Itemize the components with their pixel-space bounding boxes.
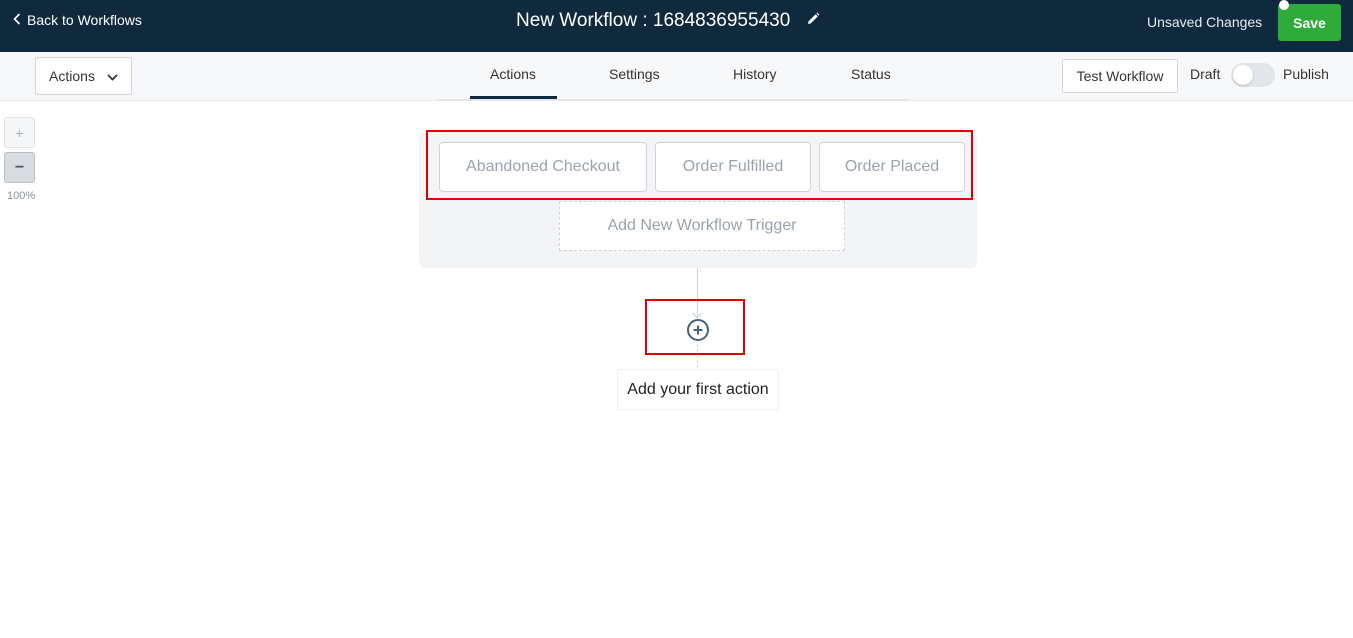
connector-dash bbox=[697, 344, 698, 368]
zoom-in-button[interactable]: + bbox=[4, 117, 35, 148]
workflow-title-text: New Workflow : 1684836955430 bbox=[516, 10, 791, 31]
workflow-tabs: Actions Settings History Status bbox=[437, 52, 909, 100]
actions-dropdown-label: Actions bbox=[49, 68, 95, 84]
chevron-left-icon bbox=[13, 12, 21, 28]
connector-line bbox=[697, 268, 698, 318]
test-workflow-button[interactable]: Test Workflow bbox=[1062, 59, 1178, 93]
publish-toggle[interactable] bbox=[1231, 63, 1275, 87]
back-label: Back to Workflows bbox=[27, 12, 142, 28]
add-first-action-button[interactable]: Add your first action bbox=[617, 369, 779, 410]
trigger-order-fulfilled[interactable]: Order Fulfilled bbox=[655, 142, 811, 192]
toggle-knob bbox=[1233, 65, 1253, 85]
tab-actions[interactable]: Actions bbox=[490, 66, 536, 82]
trigger-abandoned-checkout[interactable]: Abandoned Checkout bbox=[439, 142, 647, 192]
top-header: Back to Workflows New Workflow : 1684836… bbox=[0, 0, 1353, 52]
draft-label: Draft bbox=[1190, 66, 1221, 82]
unsaved-changes-status: Unsaved Changes bbox=[1147, 14, 1263, 30]
trigger-order-placed[interactable]: Order Placed bbox=[819, 142, 965, 192]
notification-dot bbox=[1279, 0, 1289, 10]
plus-circle-icon[interactable] bbox=[686, 318, 710, 342]
back-to-workflows-link[interactable]: Back to Workflows bbox=[13, 12, 142, 28]
zoom-out-button[interactable]: − bbox=[4, 152, 35, 183]
workflow-title: New Workflow : 1684836955430 bbox=[516, 10, 820, 32]
active-tab-indicator bbox=[470, 96, 557, 99]
workflow-toolbar: Actions Actions Settings History Status … bbox=[0, 52, 1353, 101]
chevron-down-icon bbox=[107, 68, 118, 84]
pencil-icon[interactable] bbox=[806, 10, 820, 32]
publish-label: Publish bbox=[1283, 66, 1329, 82]
zoom-level: 100% bbox=[7, 190, 36, 202]
save-button[interactable]: Save bbox=[1278, 4, 1341, 41]
tab-status[interactable]: Status bbox=[851, 66, 891, 82]
tab-settings[interactable]: Settings bbox=[609, 66, 660, 82]
actions-dropdown[interactable]: Actions bbox=[35, 57, 132, 95]
add-new-trigger-button[interactable]: Add New Workflow Trigger bbox=[559, 201, 845, 251]
tab-history[interactable]: History bbox=[733, 66, 777, 82]
